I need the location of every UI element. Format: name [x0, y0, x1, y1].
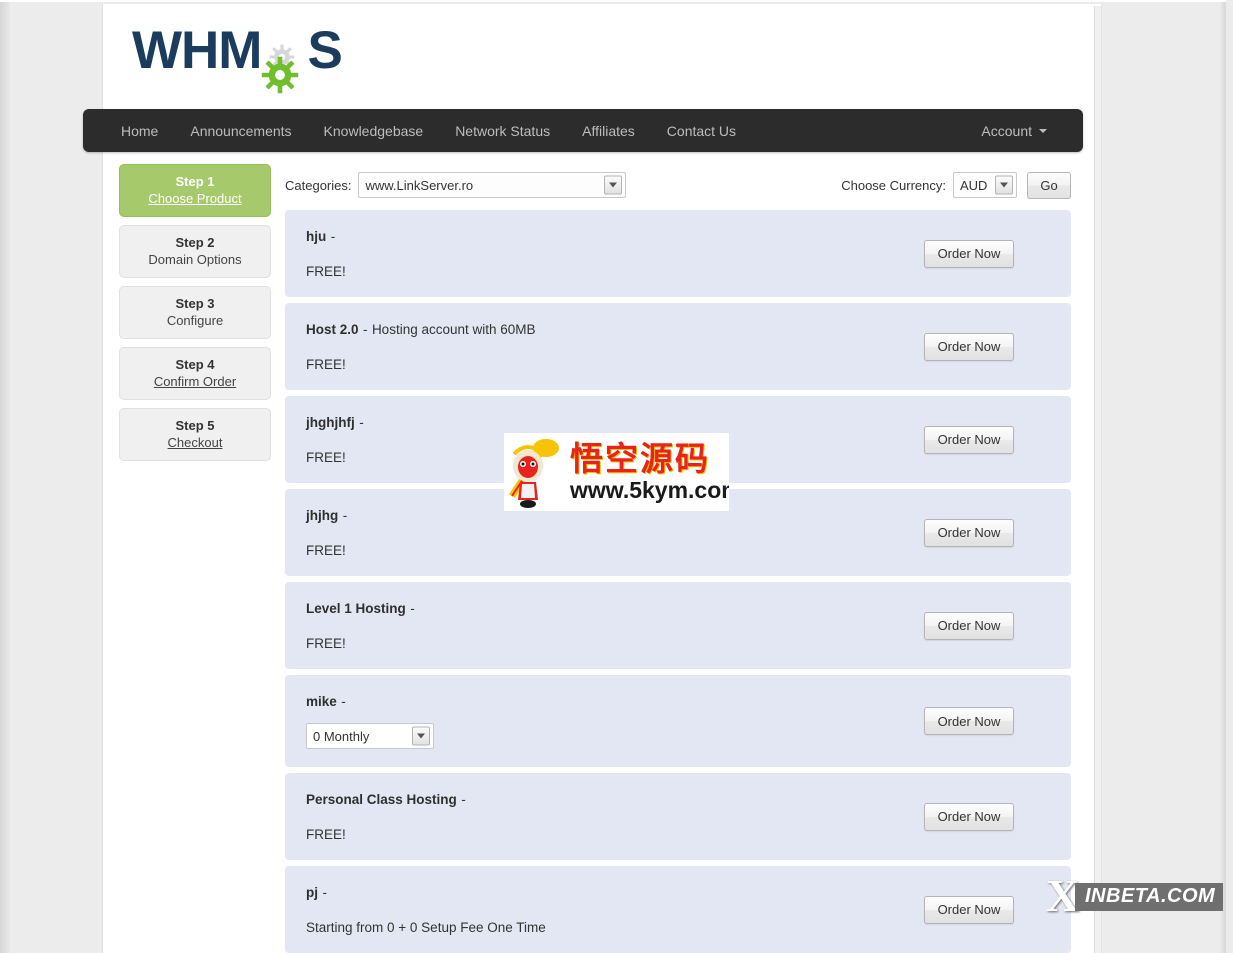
billing-cycle-select[interactable]: 0 Monthly — [306, 723, 434, 749]
product-row: jhjhg - FREE! Order Now — [285, 489, 1071, 576]
site-content-panel: WHM S Home Announcements Knowledgebase Ne… — [83, 4, 1102, 953]
product-separator: - — [342, 508, 348, 523]
browser-page-frame: WHM S Home Announcements Knowledgebase Ne… — [0, 0, 1226, 953]
product-row: mike - 0 Monthly Order Now — [285, 675, 1071, 767]
order-now-button[interactable]: Order Now — [924, 425, 1014, 454]
sidebar-step-5-number: Step 5 — [175, 418, 215, 433]
sidebar-step-4-label: Confirm Order — [153, 374, 237, 389]
order-steps-sidebar: Step 1 Choose Product Step 2 Domain Opti… — [119, 164, 271, 469]
product-name: Host 2.0 — [306, 322, 359, 337]
logo-text-s: S — [307, 21, 342, 80]
nav-home[interactable]: Home — [107, 123, 174, 139]
chevron-down-icon — [604, 175, 623, 195]
product-list: hju - FREE! Order Now Host 2.0 - Hosting… — [285, 210, 1071, 953]
logo-text-whm: WHM — [132, 21, 262, 80]
sidebar-step-2-label: Domain Options — [148, 252, 242, 267]
product-row: Personal Class Hosting - FREE! Order Now — [285, 773, 1071, 860]
filter-bar: Categories: www.LinkServer.ro Choose Cur… — [285, 164, 1071, 206]
product-separator: - — [461, 792, 466, 807]
category-select-value: www.LinkServer.ro — [365, 177, 474, 193]
order-now-button[interactable]: Order Now — [924, 518, 1014, 547]
sidebar-step-3-number: Step 3 — [175, 296, 215, 311]
order-now-button[interactable]: Order Now — [924, 707, 1014, 735]
product-separator: - — [359, 415, 364, 430]
currency-label: Choose Currency: — [841, 177, 946, 193]
account-menu[interactable]: Account — [981, 123, 1061, 139]
product-row: hju - FREE! Order Now — [285, 210, 1071, 297]
product-name: jhghjhfj — [306, 415, 355, 430]
product-separator: - — [410, 601, 415, 616]
sidebar-step-4[interactable]: Step 4 Confirm Order — [119, 347, 271, 400]
product-name: pj — [306, 885, 318, 900]
product-row: Level 1 Hosting - FREE! Order Now — [285, 582, 1071, 669]
nav-contact-us[interactable]: Contact Us — [651, 123, 752, 139]
sidebar-step-3[interactable]: Step 3 Configure — [119, 286, 271, 339]
sidebar-step-1-label: Choose Product — [148, 191, 242, 206]
product-separator: - — [322, 885, 327, 900]
product-name: jhjhg — [306, 508, 339, 523]
sidebar-step-3-label: Configure — [166, 313, 224, 328]
chevron-down-icon — [412, 726, 430, 746]
order-now-button[interactable]: Order Now — [924, 332, 1014, 361]
order-now-button[interactable]: Order Now — [924, 802, 1014, 831]
chevron-down-icon — [1039, 128, 1047, 133]
whmcs-logo[interactable]: WHM S — [132, 21, 343, 94]
account-menu-label: Account — [981, 122, 1032, 139]
product-separator: - — [362, 322, 368, 337]
chevron-down-icon — [995, 175, 1013, 195]
product-row: pj - Starting from 0 + 0 Setup Fee One T… — [285, 866, 1071, 953]
product-separator: - — [330, 229, 336, 244]
sidebar-step-5-label: Checkout — [167, 435, 223, 450]
category-select[interactable]: www.LinkServer.ro — [358, 172, 627, 198]
nav-knowledgebase[interactable]: Knowledgebase — [308, 123, 440, 139]
currency-select-value: AUD — [960, 177, 988, 193]
navbar-links: Home Announcements Knowledgebase Network… — [107, 123, 752, 139]
order-now-button[interactable]: Order Now — [924, 895, 1014, 924]
categories-label: Categories: — [285, 177, 352, 193]
nav-announcements[interactable]: Announcements — [174, 123, 307, 139]
order-main-column: Categories: www.LinkServer.ro Choose Cur… — [285, 164, 1071, 953]
screenshot-viewport: WHM S Home Announcements Knowledgebase Ne… — [0, 0, 1233, 953]
product-description: Hosting account with 60MB — [371, 322, 536, 337]
nav-network-status[interactable]: Network Status — [439, 123, 566, 139]
billing-cycle-value: 0 Monthly — [313, 728, 370, 744]
product-separator: - — [341, 694, 346, 709]
sidebar-step-1[interactable]: Step 1 Choose Product — [119, 164, 271, 217]
sidebar-step-1-number: Step 1 — [175, 174, 215, 189]
currency-select[interactable]: AUD — [953, 172, 1017, 198]
sidebar-step-4-number: Step 4 — [175, 357, 215, 372]
sidebar-step-2-number: Step 2 — [175, 235, 215, 250]
sidebar-step-5[interactable]: Step 5 Checkout — [119, 408, 271, 461]
product-name: Level 1 Hosting — [306, 601, 406, 616]
product-name: mike — [306, 694, 337, 709]
order-now-button[interactable]: Order Now — [924, 239, 1014, 268]
frame-right-edge — [1219, 2, 1226, 953]
product-row: jhghjhfj - FREE! Order Now — [285, 396, 1071, 483]
sidebar-step-2[interactable]: Step 2 Domain Options — [119, 225, 271, 278]
main-navbar: Home Announcements Knowledgebase Network… — [83, 109, 1083, 152]
product-name: hju — [306, 229, 327, 244]
order-now-button[interactable]: Order Now — [924, 611, 1014, 640]
frame-left-edge — [0, 2, 10, 953]
product-row: Host 2.0 - Hosting account with 60MB FRE… — [285, 303, 1071, 390]
gear-icon-green — [262, 56, 299, 94]
nav-affiliates[interactable]: Affiliates — [566, 123, 651, 139]
product-name: Personal Class Hosting — [306, 792, 457, 807]
go-button[interactable]: Go — [1027, 171, 1071, 199]
page-scrollbar[interactable] — [1094, 6, 1101, 953]
site-header: WHM S Home Announcements Knowledgebase Ne… — [83, 4, 1101, 152]
